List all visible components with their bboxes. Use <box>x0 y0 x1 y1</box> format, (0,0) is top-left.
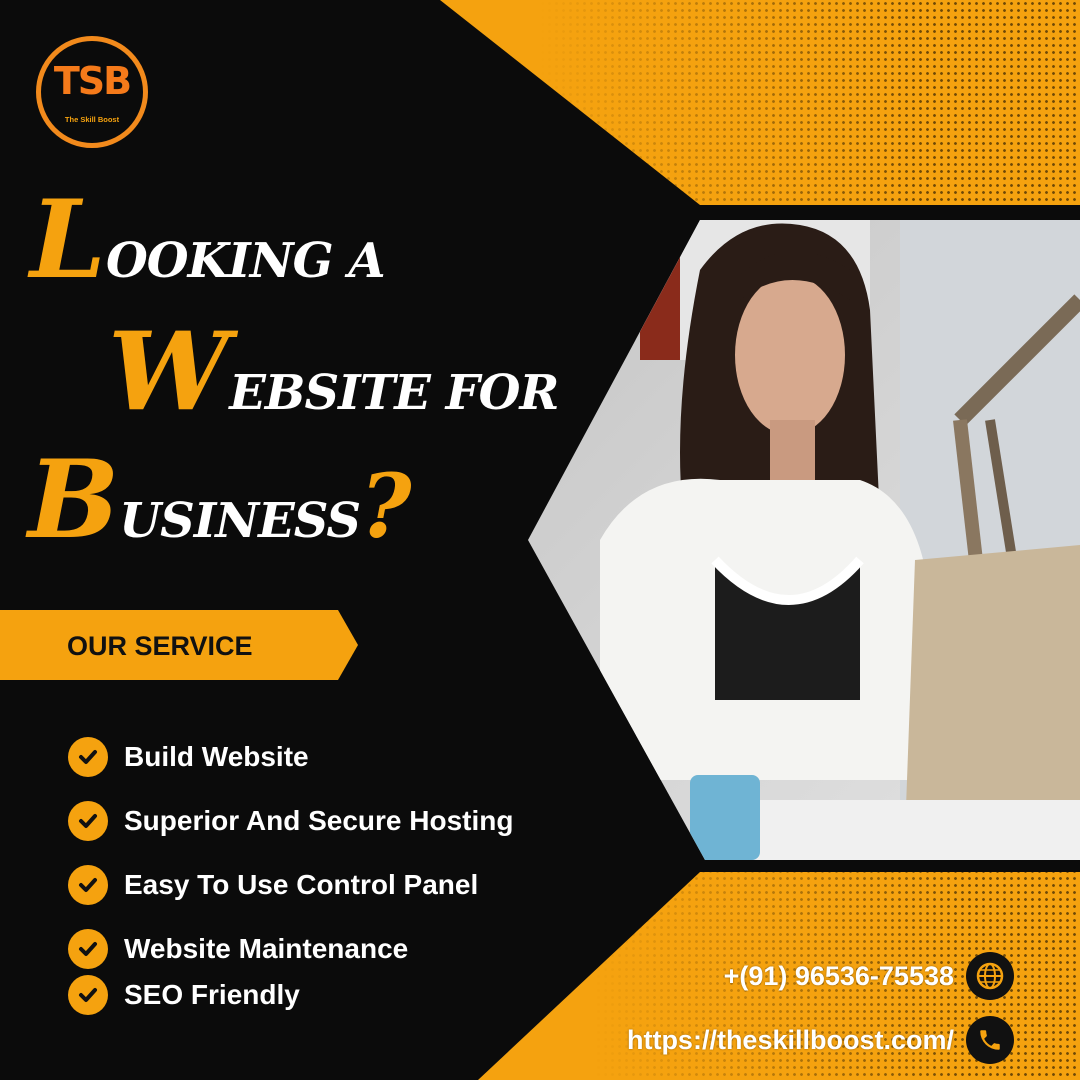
globe-icon <box>966 952 1014 1000</box>
headline-line-1: LOOKING A <box>30 186 386 294</box>
phone-number[interactable]: +(91) 96536-75538 <box>724 961 954 992</box>
service-item: Easy To Use Control Panel <box>68 865 478 905</box>
service-label: Easy To Use Control Panel <box>124 869 479 900</box>
check-icon <box>68 929 108 969</box>
headline-text-3: USINESS <box>119 493 361 549</box>
headline-text-2: EBSITE FOR <box>229 365 559 421</box>
headline-cap-b: B <box>28 437 120 563</box>
check-icon <box>68 865 108 905</box>
headline-line-3: BUSINESS? <box>28 446 412 554</box>
logo-subtitle: The Skill Boost <box>64 115 120 124</box>
service-label: Superior And Secure Hosting <box>124 805 514 836</box>
check-icon <box>68 975 108 1015</box>
question-mark: ? <box>360 454 412 558</box>
service-label: SEO Friendly <box>124 979 300 1010</box>
service-label: Build Website <box>124 741 309 772</box>
check-icon <box>68 737 108 777</box>
service-item: Build Website <box>68 737 309 777</box>
service-item: SEO Friendly <box>68 975 300 1015</box>
phone-icon <box>966 1016 1014 1064</box>
website-url[interactable]: https://theskillboost.com/ <box>627 1025 954 1056</box>
service-item: Superior And Secure Hosting <box>68 801 513 841</box>
service-label: Website Maintenance <box>124 933 409 964</box>
service-item: Website Maintenance <box>68 929 408 969</box>
logo-mark: TSB <box>53 59 132 103</box>
website-contact[interactable]: https://theskillboost.com/ <box>627 1016 1014 1064</box>
phone-contact[interactable]: +(91) 96536-75538 <box>724 952 1014 1000</box>
headline-cap-w: W <box>108 309 230 435</box>
brand-logo: TSB The Skill Boost <box>36 36 148 148</box>
headline-cap-l: L <box>30 177 106 303</box>
check-icon <box>68 801 108 841</box>
headline-line-2: WEBSITE FOR <box>108 318 559 426</box>
section-title: OUR SERVICE <box>67 631 253 661</box>
headline-text-1: OOKING A <box>105 233 386 289</box>
poster: TSB The Skill Boost LOOKING A WEBSITE FO… <box>0 0 1080 1080</box>
